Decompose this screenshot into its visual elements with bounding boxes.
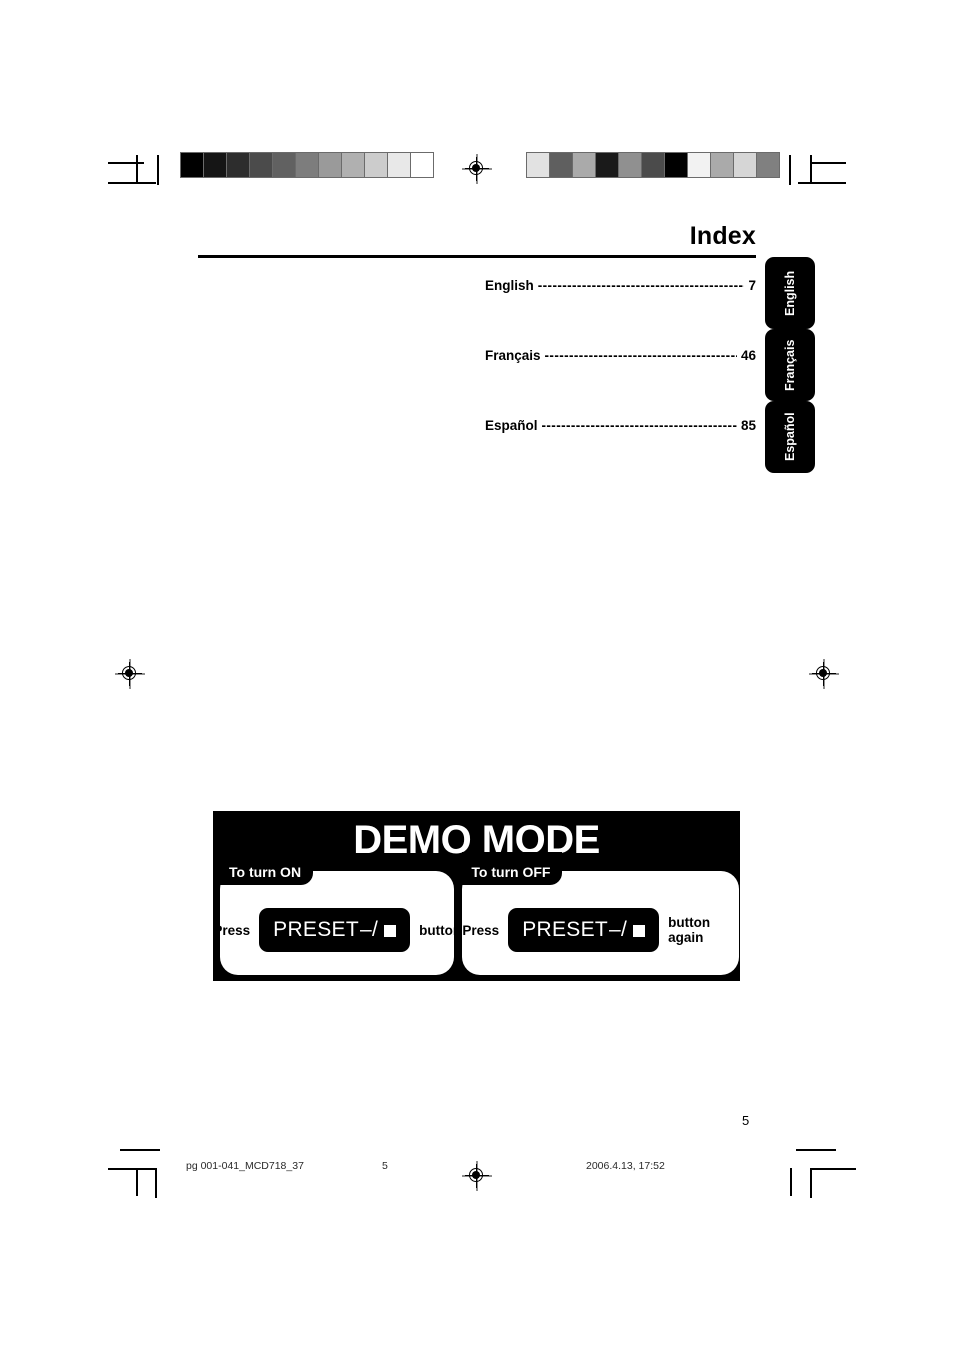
index-entry-leader: ----------------------------------------… [544,348,737,363]
demo-mode-card-body: Press PRESET –/ button again [462,871,739,975]
registration-mark-left [115,659,145,689]
language-tab-label: Français [783,339,797,391]
registration-mark-top-center [462,154,492,184]
calibration-swatch [688,153,710,177]
index-entry[interactable]: English ---------------------------------… [198,278,756,348]
demo-mode-card-tab: To turn OFF [462,852,563,885]
index-list: English ---------------------------------… [198,278,756,488]
preset-button-label: PRESET [273,918,359,941]
preset-stop-button[interactable]: PRESET –/ [259,908,411,952]
calibration-swatch [273,153,295,177]
registration-mark-right [809,659,839,689]
stop-square-icon [633,924,646,937]
button-action-label: button [419,922,462,938]
press-label: Press [213,922,251,938]
calibration-swatch [296,153,318,177]
calibration-swatch [665,153,687,177]
index-entry-leader: ----------------------------------------… [541,418,737,433]
grayscale-calibration-scramble [526,152,780,178]
demo-mode-card: Press PRESET –/ button To turn ON [213,852,461,975]
demo-mode-instruction-cards: Press PRESET –/button To turn ON Press PRESET… [213,852,739,975]
print-footer: pg 001-041_MCD718_37 5 2006.4.13, 17:52 [186,1160,796,1176]
index-entry[interactable]: Español ---------------------------------… [198,418,756,488]
calibration-swatch [181,153,203,177]
demo-mode-card: Press PRESET –/ button again To turn OFF [462,852,739,975]
index-entry-page: 7 [748,278,756,293]
index-entry-leader: ----------------------------------------… [537,278,745,293]
language-tab-english[interactable]: English [765,257,815,329]
index-entry-language: English [485,278,534,293]
calibration-swatch [411,153,433,177]
calibration-swatch [642,153,664,177]
language-tab-label: Español [783,412,797,462]
button-action-label: button again [668,915,711,945]
index-entry-language: Français [485,348,541,363]
calibration-swatch [711,153,733,177]
grayscale-calibration-ramp [180,152,434,178]
calibration-swatch [757,153,779,177]
preset-stop-button[interactable]: PRESET –/ [508,908,660,952]
page-number: 5 [742,1113,750,1128]
index-entry-language: Español [485,418,538,433]
calibration-swatch [527,153,549,177]
calibration-swatch [388,153,410,177]
calibration-swatch [204,153,226,177]
footer-sheet-number: 5 [382,1160,388,1172]
calibration-swatch [342,153,364,177]
calibration-swatch [734,153,756,177]
index-entry-page: 46 [740,348,756,363]
preset-button-suffix: –/ [359,918,379,941]
calibration-swatch [250,153,272,177]
press-label: Press [462,922,500,938]
calibration-swatch [596,153,618,177]
calibration-swatch [619,153,641,177]
calibration-swatch [365,153,387,177]
index-entry-page: 85 [740,418,756,433]
footer-file-name: pg 001-041_MCD718_37 [186,1160,304,1172]
language-tab-espaol[interactable]: Español [765,401,815,473]
demo-mode-card-tab: To turn ON [220,852,314,885]
preset-button-label: PRESET [522,918,609,941]
document-page: Index English ---------------------------… [0,0,954,1351]
calibration-swatch [550,153,572,177]
language-tab-franais[interactable]: Français [765,329,815,401]
preset-button-suffix: –/ [609,918,628,941]
language-tab-strip: English Français Español [765,257,815,473]
footer-timestamp: 2006.4.13, 17:52 [586,1160,665,1172]
language-tab-label: English [783,270,797,316]
calibration-swatch [319,153,341,177]
demo-mode-panel: DEMO MODE Press PRESET –/button To turn ON P… [213,811,740,981]
calibration-swatch [573,153,595,177]
calibration-swatch [227,153,249,177]
stop-square-icon [384,924,397,937]
page-title: Index [689,222,756,250]
index-entry[interactable]: Français --------------------------------… [198,348,756,418]
title-divider [198,255,756,258]
demo-mode-card-body: Press PRESET –/ button [213,871,461,975]
